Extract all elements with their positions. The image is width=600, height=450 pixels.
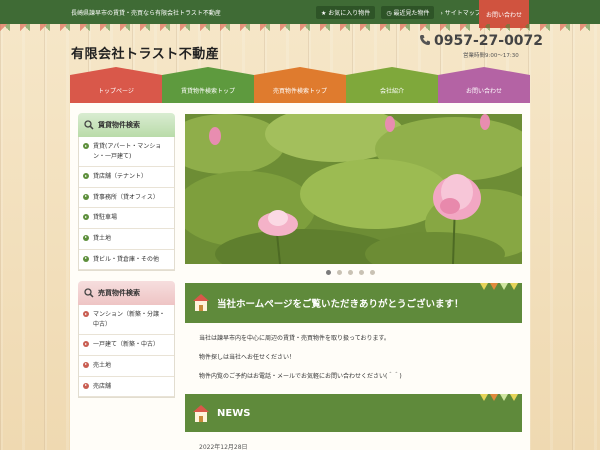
- sidebar-item-sale-land[interactable]: 売土地: [79, 356, 174, 377]
- slider-dot[interactable]: [359, 270, 364, 275]
- nav-contact[interactable]: お問い合わせ: [438, 67, 530, 103]
- phone-icon: [420, 35, 430, 45]
- sitemap-link[interactable]: › サイトマップ: [440, 6, 480, 19]
- rent-list: 賃貸(アパート・マンション・一戸建て) 貸店舗（テナント） 貸事務所（貸オフィス…: [78, 137, 175, 272]
- phone-text: 0957-27-0072: [434, 33, 544, 49]
- sidebar-item-rent-store[interactable]: 貸店舗（テナント）: [79, 167, 174, 188]
- nav-sale-label: 売買物件検索トップ: [272, 88, 327, 95]
- sidebar-item-rent-residential[interactable]: 賃貸(アパート・マンション・一戸建て): [79, 137, 174, 168]
- favorites-label: お気に入り物件: [328, 10, 371, 17]
- news-title: NEWS: [217, 407, 251, 419]
- sidebar-item-rent-land[interactable]: 貸土地: [79, 229, 174, 250]
- sidebar-item-sale-store[interactable]: 売店舗: [79, 377, 174, 398]
- arrow-icon: [83, 311, 89, 318]
- welcome-text: 当社ホームページをご覧いただきありがとうございます！: [217, 299, 464, 310]
- flag-decoration: [480, 394, 518, 401]
- intro-line: 物件探しは当社へお任せください！: [199, 353, 296, 361]
- list-item-label: 貸土地: [93, 234, 112, 242]
- sale-search-header[interactable]: 売買物件検索: [78, 281, 175, 306]
- list-item-label: 売店舗: [93, 382, 112, 390]
- house-icon: [193, 294, 209, 311]
- intro-line: 当社は諫早市内を中心に周辺の賃貸・売買物件を取り扱っております。: [199, 335, 390, 342]
- list-item-label: 貸事務所（貸オフィス）: [93, 193, 159, 201]
- nav-rent-search[interactable]: 賃貸物件検索トップ: [162, 67, 254, 103]
- flag-decoration: [480, 283, 518, 290]
- favorites-button[interactable]: ★ お気に入り物件: [316, 6, 376, 19]
- recent-button[interactable]: ◷ 最近見た物件: [381, 6, 435, 19]
- nav-company-label: 会社紹介: [379, 88, 404, 95]
- news-date: 2022年12月28日: [199, 444, 248, 450]
- arrow-icon: [83, 234, 89, 241]
- intro-text: 当社は諫早市内を中心に周辺の賃貸・売買物件を取り扱っております。 物件探しは当社…: [199, 335, 402, 391]
- lotus-photo: [185, 114, 522, 264]
- news-header: NEWS: [185, 394, 522, 432]
- sidebar-item-rent-other[interactable]: 貸ビル・貸倉庫・その他: [79, 250, 174, 271]
- arrow-icon: [83, 193, 89, 200]
- nav-rent-label: 賃貸物件検索トップ: [180, 88, 235, 95]
- arrow-icon: [83, 361, 89, 368]
- list-item-label: 貸ビル・貸倉庫・その他: [93, 255, 160, 263]
- list-item-label: 一戸建て（新築・中古）: [93, 341, 160, 349]
- search-icon: [84, 120, 94, 130]
- slider-dot[interactable]: [326, 270, 331, 275]
- arrow-icon: [83, 214, 89, 221]
- arrow-icon: [83, 341, 89, 348]
- contact-tab-label: お問い合わせ: [485, 12, 522, 19]
- slider-dot[interactable]: [348, 270, 353, 275]
- arrow-icon: [83, 143, 89, 149]
- nav-sale-search[interactable]: 売買物件検索トップ: [254, 67, 346, 103]
- site-tagline: 長崎県諫早市の賃貸・売買なら有限会社トラスト不動産: [71, 10, 221, 17]
- list-item-label: 売土地: [93, 361, 112, 369]
- nav-top[interactable]: トップページ: [70, 67, 162, 103]
- top-links: ★ お気に入り物件 ◷ 最近見た物件 › サイトマップ: [316, 6, 481, 19]
- hero-slider-image[interactable]: [185, 114, 522, 264]
- nav-contact-label: お問い合わせ: [465, 88, 502, 95]
- slider-dot[interactable]: [370, 270, 375, 275]
- sidebar-item-rent-parking[interactable]: 貸駐車場: [79, 208, 174, 229]
- sidebar-item-sale-mansion[interactable]: マンション（新築・分譲・中古）: [79, 305, 174, 336]
- sitemap-label: サイトマップ: [444, 10, 481, 17]
- sale-list: マンション（新築・分譲・中古） 一戸建て（新築・中古） 売土地 売店舗: [78, 305, 175, 399]
- arrow-icon: [83, 382, 89, 389]
- arrow-icon: [83, 255, 89, 262]
- phone-number: 0957-27-0072: [419, 33, 543, 49]
- list-item-label: 賃貸(アパート・マンション・一戸建て): [93, 143, 162, 160]
- sidebar-item-sale-house[interactable]: 一戸建て（新築・中古）: [79, 335, 174, 356]
- intro-line: 物件内覧のご予約はお電話・メールでお気軽にお問い合わせください(＾＾): [199, 372, 402, 380]
- site-title[interactable]: 有限会社トラスト不動産: [71, 43, 219, 62]
- sidebar: 賃貸物件検索 賃貸(アパート・マンション・一戸建て) 貸店舗（テナント） 貸事務…: [78, 113, 175, 399]
- rent-search-title: 賃貸物件検索: [98, 121, 140, 129]
- recent-label: 最近見た物件: [393, 10, 430, 17]
- sale-search-title: 売買物件検索: [98, 289, 140, 298]
- rent-search-header[interactable]: 賃貸物件検索: [78, 113, 175, 137]
- search-icon: [84, 288, 94, 298]
- slider-dots: [326, 270, 375, 275]
- slider-dot[interactable]: [337, 270, 342, 275]
- list-item-label: マンション（新築・分譲・中古）: [93, 311, 166, 328]
- nav-top-label: トップページ: [98, 88, 134, 95]
- arrow-icon: [83, 173, 89, 180]
- main-nav: トップページ 賃貸物件検索トップ 売買物件検索トップ 会社紹介 お問い合わせ: [70, 67, 530, 103]
- sidebar-item-rent-office[interactable]: 貸事務所（貸オフィス）: [79, 188, 174, 209]
- welcome-banner: 当社ホームページをご覧いただきありがとうございます！: [185, 283, 522, 323]
- house-icon: [193, 405, 209, 422]
- list-item-label: 貸駐車場: [93, 214, 118, 222]
- nav-company[interactable]: 会社紹介: [346, 67, 438, 103]
- business-hours: 営業時間9:00～17:30: [463, 53, 519, 59]
- list-item-label: 貸店舗（テナント）: [93, 173, 148, 181]
